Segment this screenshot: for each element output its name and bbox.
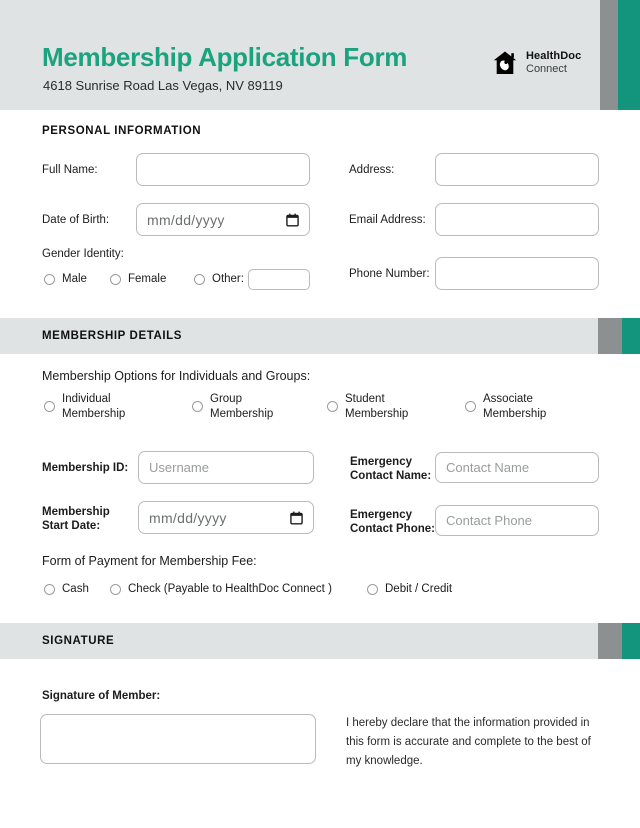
emergency-contact-phone-label: Emergency Contact Phone:: [350, 509, 435, 536]
payment-option-cash[interactable]: Cash: [44, 582, 89, 597]
gender-other-input[interactable]: [248, 269, 310, 290]
payment-option-debit-credit[interactable]: Debit / Credit: [367, 582, 452, 597]
radio-icon[interactable]: [110, 273, 121, 285]
date-of-birth-input[interactable]: mm/dd/yyyy: [136, 203, 310, 236]
radio-icon[interactable]: [465, 401, 476, 413]
emergency-contact-phone-input[interactable]: [435, 505, 599, 536]
membership-options-heading: Membership Options for Individuals and G…: [42, 369, 311, 383]
radio-icon[interactable]: [194, 273, 205, 285]
section-title-signature: SIGNATURE: [42, 635, 115, 647]
brand-text: HealthDoc Connect: [526, 50, 581, 75]
section-accent-bar-gray: [598, 623, 622, 659]
email-address-label: Email Address:: [349, 214, 426, 226]
phone-number-label: Phone Number:: [349, 268, 430, 280]
membership-option-student-label: Student Membership: [345, 393, 409, 420]
signature-of-member-label: Signature of Member:: [42, 690, 161, 702]
membership-application-page: Membership Application Form 4618 Sunrise…: [0, 0, 640, 828]
membership-option-individual-label: Individual Membership: [62, 393, 126, 420]
membership-option-group-label: Group Membership: [210, 393, 274, 420]
membership-start-date-placeholder: mm/dd/yyyy: [149, 509, 227, 526]
payment-radio-group: Cash Check (Payable to HealthDoc Connect…: [42, 582, 512, 598]
radio-icon[interactable]: [44, 583, 55, 595]
membership-options-radio-group: Individual Membership Group Membership S…: [42, 392, 602, 426]
header-accent-bar-teal: [618, 0, 640, 110]
organization-address: 4618 Sunrise Road Las Vegas, NV 89119: [43, 78, 283, 93]
date-of-birth-placeholder: mm/dd/yyyy: [147, 211, 225, 228]
payment-option-check-label: Check (Payable to HealthDoc Connect ): [128, 583, 332, 595]
brand-subtitle: Connect: [526, 63, 567, 75]
membership-option-group[interactable]: Group Membership: [192, 392, 273, 422]
radio-icon[interactable]: [44, 401, 55, 413]
emergency-contact-name-label: Emergency Contact Name:: [350, 456, 432, 483]
radio-icon[interactable]: [327, 401, 338, 413]
membership-option-associate[interactable]: Associate Membership: [465, 392, 546, 422]
gender-option-female-label: Female: [128, 273, 167, 285]
membership-id-input[interactable]: [138, 451, 314, 484]
payment-option-debit-credit-label: Debit / Credit: [385, 583, 453, 595]
membership-option-individual[interactable]: Individual Membership: [44, 392, 125, 422]
membership-option-associate-label: Associate Membership: [483, 393, 547, 420]
full-name-input[interactable]: [136, 153, 310, 186]
payment-heading: Form of Payment for Membership Fee:: [42, 554, 257, 568]
calendar-icon[interactable]: [290, 511, 303, 525]
membership-id-label: Membership ID:: [42, 462, 129, 474]
section-title-personal-information: PERSONAL INFORMATION: [42, 125, 202, 137]
gender-option-other-label: Other:: [212, 273, 244, 285]
gender-option-male[interactable]: Male: [44, 272, 87, 287]
section-bar-signature: SIGNATURE: [0, 623, 640, 659]
address-label: Address:: [349, 164, 395, 176]
membership-start-date-input[interactable]: mm/dd/yyyy: [138, 501, 314, 534]
declaration-text: I hereby declare that the information pr…: [346, 717, 591, 767]
full-name-label: Full Name:: [42, 164, 98, 176]
radio-icon[interactable]: [192, 401, 203, 413]
section-accent-bar-teal: [622, 318, 640, 354]
date-of-birth-label: Date of Birth:: [42, 214, 110, 226]
section-bar-membership-details: MEMBERSHIP DETAILS: [0, 318, 640, 354]
section-accent-bar-teal: [622, 623, 640, 659]
gender-option-male-label: Male: [62, 273, 87, 285]
gender-option-female[interactable]: Female: [110, 272, 166, 287]
page-title: Membership Application Form: [42, 42, 408, 72]
emergency-contact-name-input[interactable]: [435, 452, 599, 483]
brand-logo: HealthDoc Connect: [492, 50, 581, 76]
phone-number-input[interactable]: [435, 257, 599, 290]
calendar-icon[interactable]: [286, 213, 299, 227]
payment-option-cash-label: Cash: [62, 583, 89, 595]
header-accent-bar-gray: [600, 0, 618, 110]
gender-option-other[interactable]: Other:: [194, 272, 244, 287]
radio-icon[interactable]: [367, 583, 378, 595]
section-title-membership-details: MEMBERSHIP DETAILS: [42, 330, 183, 342]
radio-icon[interactable]: [44, 273, 55, 285]
radio-icon[interactable]: [110, 583, 121, 595]
email-address-input[interactable]: [435, 203, 599, 236]
membership-option-student[interactable]: Student Membership: [327, 392, 408, 422]
signature-input[interactable]: [40, 714, 316, 764]
page-header: Membership Application Form 4618 Sunrise…: [0, 0, 640, 110]
brand-name: HealthDoc: [526, 50, 582, 63]
section-accent-bar-gray: [598, 318, 622, 354]
payment-option-check[interactable]: Check (Payable to HealthDoc Connect ): [110, 582, 332, 597]
address-input[interactable]: [435, 153, 599, 186]
membership-start-date-label: Membership Start Date:: [42, 506, 110, 533]
house-logo-icon: [493, 51, 517, 74]
gender-identity-label: Gender Identity:: [42, 248, 124, 260]
